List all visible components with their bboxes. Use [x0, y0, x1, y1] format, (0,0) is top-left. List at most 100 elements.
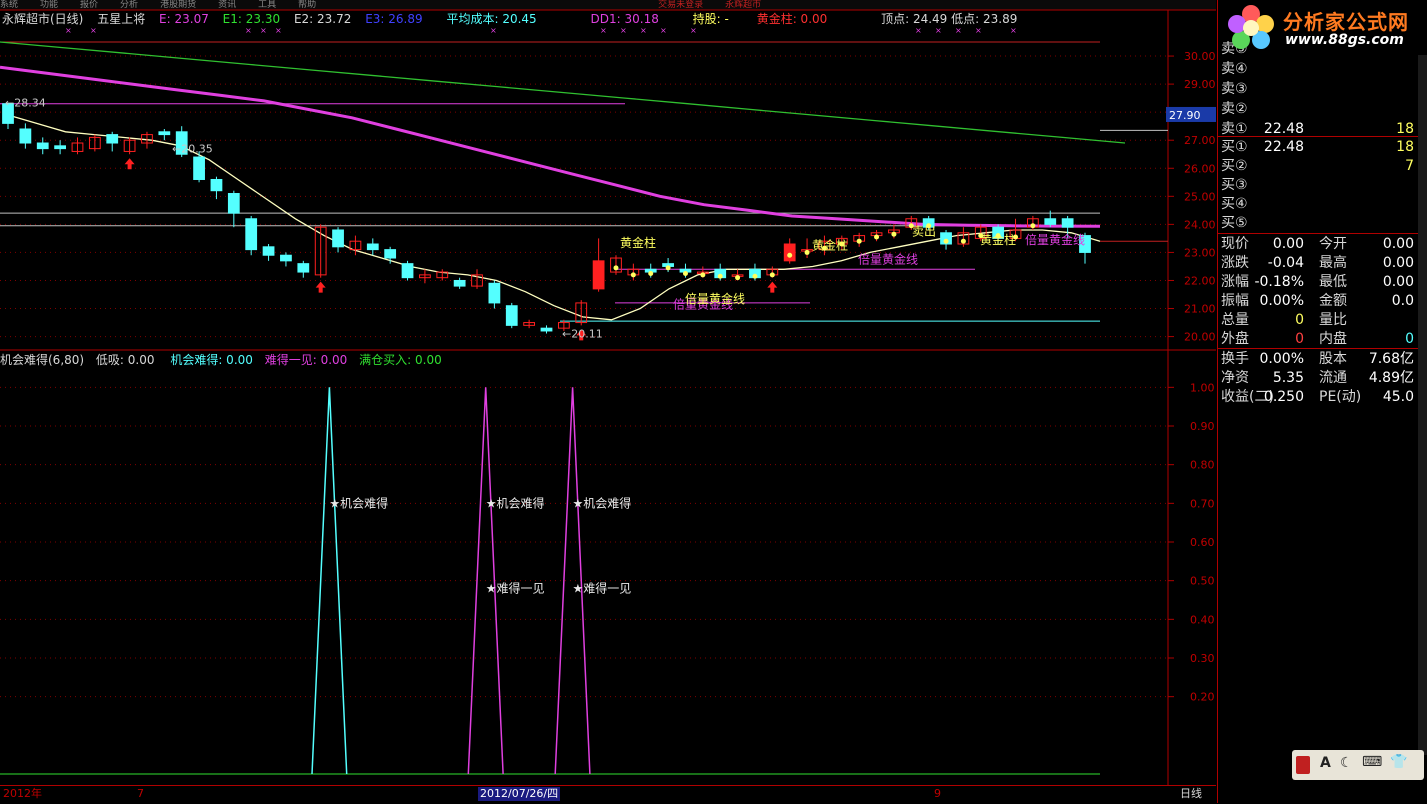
- mid-price-label: ←20.35: [172, 143, 213, 156]
- chart-annotation: 倍量黄金线: [1025, 232, 1085, 247]
- hold-value: 持股: -: [692, 12, 729, 26]
- quote-stat-row: 外盘 0 内盘 0: [1221, 330, 1414, 349]
- quote-stat-row-label: 现价: [1221, 236, 1249, 252]
- chance-signal-label: ★机会难得: [329, 495, 388, 510]
- price-tick-label: 30.00: [1184, 50, 1216, 63]
- price-tick-label: 25.00: [1184, 190, 1216, 203]
- candle: [245, 215, 258, 256]
- buy-level-row-label: 买④: [1221, 196, 1248, 212]
- price-tick-label: 26.00: [1184, 162, 1216, 175]
- ime-mode-icon[interactable]: A: [1320, 755, 1331, 771]
- jihui-value: 机会难得: 0.00: [170, 353, 253, 367]
- candle: [488, 280, 501, 309]
- fund-stat-row: 换手 0.00% 股本 7.68亿: [1221, 350, 1414, 369]
- fund-stat-row: 净资 5.35 流通 4.89亿: [1221, 369, 1414, 388]
- candle: [801, 238, 813, 259]
- quote-stat-row-value: -0.18%: [1254, 274, 1304, 290]
- fund-stat-row-label: 换手: [1221, 351, 1249, 367]
- candle: [540, 325, 553, 334]
- rare-signal-label: ★难得一见: [573, 580, 632, 595]
- candle-body: [783, 243, 796, 262]
- chart-annotation: 黄金柱: [980, 232, 1016, 247]
- quote-stat-row-label: 振幅: [1221, 293, 1249, 309]
- avg-cost-value: 平均成本: 20.45: [446, 12, 537, 26]
- fund-stat-row-value: 0.250: [1263, 389, 1304, 405]
- candle: [210, 176, 223, 200]
- buy-level-row-value: 22.48: [1263, 139, 1304, 155]
- signal-dot: [804, 249, 810, 255]
- quote-stat-row-label: 总量: [1221, 312, 1249, 328]
- candle: [54, 140, 66, 155]
- quote-panel: 卖⑤ 卖④ 卖③ 卖② 卖① 22.48 18 买① 22.48 18 买② 7 买③ 买④ 买⑤ 现价 0.0…: [1217, 0, 1427, 803]
- quote-stat-row-value2: 0.00: [1382, 236, 1414, 252]
- quote-stat-row-label2: 今开: [1319, 236, 1347, 252]
- sub-indicator-name[interactable]: 机会难得(6,80): [0, 353, 84, 367]
- buy-level-row: 买④: [1221, 195, 1414, 214]
- candle: [227, 190, 240, 228]
- fund-stat-row-label2: 流通: [1319, 370, 1347, 386]
- quote-stat-row-label2: 最低: [1319, 274, 1347, 290]
- candle: [332, 227, 344, 253]
- quote-stat-row-value: 0: [1295, 312, 1304, 328]
- sell-level-row-label: 卖③: [1221, 81, 1248, 97]
- candle-body: [210, 178, 223, 192]
- chart-annotation: 卖出: [912, 225, 936, 239]
- candle: [158, 128, 171, 141]
- candle: [88, 134, 101, 152]
- axis-month-7: 7: [137, 787, 144, 800]
- ime-logo-icon: [1296, 756, 1310, 774]
- price-tick-label: 27.00: [1184, 134, 1216, 147]
- sub-tick-label: 0.20: [1190, 691, 1215, 704]
- candle-body: [488, 282, 501, 304]
- sub-tick-label: 0.80: [1190, 459, 1215, 472]
- sub-tick-label: 1.00: [1190, 381, 1215, 394]
- candle: [280, 252, 292, 267]
- buy-arrow-icon: [315, 281, 326, 293]
- indicator-name[interactable]: 五星上将: [97, 12, 145, 26]
- candle: [71, 137, 84, 155]
- candle: [610, 255, 622, 275]
- candle-body: [193, 156, 205, 180]
- quote-stat-row: 涨跌 -0.04 最高 0.00: [1221, 254, 1414, 273]
- chart-area: 30.0029.0028.0027.0026.0025.0024.0023.00…: [0, 9, 1216, 786]
- signal-dot: [665, 265, 671, 271]
- candle-body: [384, 249, 397, 259]
- signal-dot: [630, 272, 636, 278]
- side-scroll-strip[interactable]: [1418, 55, 1427, 755]
- candle-body: [297, 263, 310, 273]
- sell-level-row: 卖②: [1221, 100, 1414, 119]
- spike-line: [311, 387, 348, 775]
- candle-body: [366, 243, 379, 251]
- skin-icon[interactable]: 👕: [1390, 754, 1407, 770]
- buy-level-row-label: 买①: [1221, 139, 1248, 155]
- candle-body: [540, 327, 553, 332]
- quote-stat-row: 总量 0 量比: [1221, 311, 1414, 330]
- chart-annotation: 倍量黄金线: [858, 252, 918, 267]
- high-price-label: ←28.34: [5, 97, 46, 110]
- input-toolbar[interactable]: A ☾ ⌨ 👕: [1292, 750, 1424, 780]
- keyboard-icon[interactable]: ⌨: [1362, 754, 1382, 770]
- period-label[interactable]: 日线: [1180, 786, 1202, 802]
- fund-stat-row-value2: 4.89亿: [1368, 370, 1414, 386]
- candle: [123, 137, 136, 155]
- candle-body: [401, 263, 414, 279]
- price-tick-label: 29.00: [1184, 78, 1216, 91]
- quote-stat-row-label: 外盘: [1221, 331, 1249, 347]
- buy-level-row: 买① 22.48 18: [1221, 138, 1414, 157]
- candle-body: [1044, 218, 1057, 225]
- candle: [505, 302, 518, 329]
- candle: [419, 269, 431, 284]
- half-width-icon[interactable]: ☾: [1340, 755, 1353, 771]
- fund-stat-row-label2: PE(动): [1319, 389, 1362, 405]
- axis-year: 2012年: [3, 787, 42, 800]
- buy-level-row-label: 买③: [1221, 177, 1248, 193]
- axis-month-9: 9: [934, 787, 941, 800]
- fund-stat-row-label2: 股本: [1319, 351, 1347, 367]
- buy-level-row-label: 买⑤: [1221, 215, 1248, 231]
- e-value: E: 23.07: [159, 12, 209, 26]
- candle: [19, 123, 32, 149]
- sell-level-row-label: 卖②: [1221, 101, 1248, 117]
- ma-line-e2: [0, 41, 1126, 144]
- buy-level-row-value2: 18: [1396, 139, 1414, 155]
- quote-stat-row-value2: 0: [1405, 331, 1414, 347]
